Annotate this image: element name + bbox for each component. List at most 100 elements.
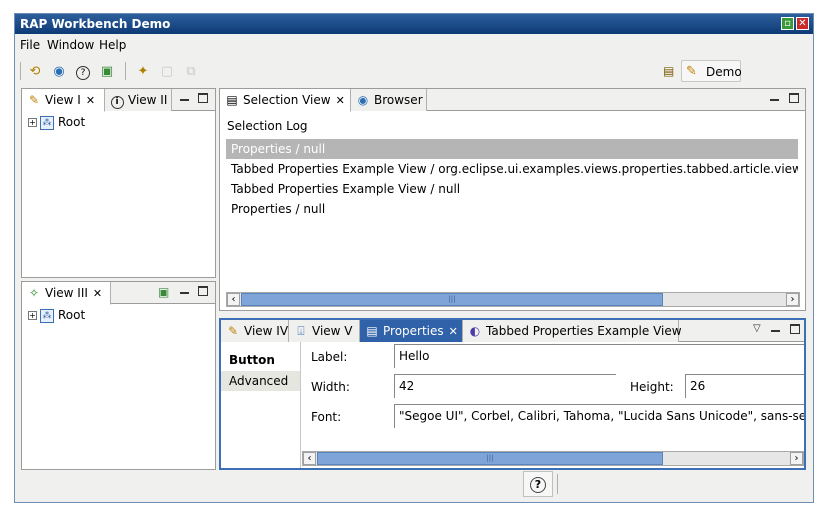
log-row[interactable]: Properties / null: [226, 199, 798, 219]
export-icon[interactable]: ▣: [99, 64, 115, 80]
close-icon[interactable]: ✕: [336, 90, 345, 112]
scroll-left-icon[interactable]: ‹: [303, 452, 316, 465]
save-all-icon[interactable]: ⧉: [183, 64, 199, 80]
node-icon: ⁂: [40, 308, 54, 323]
font-input[interactable]: "Segoe UI", Corbel, Calibri, Tahoma, "Lu…: [394, 404, 804, 428]
status-help-button[interactable]: ?: [523, 471, 553, 497]
selection-view-panel: ▤ Selection View ✕ ◉ Browser Selection Log …: [219, 88, 806, 311]
section-list: Button Advanced: [221, 342, 301, 468]
font-label: Font:: [311, 410, 342, 424]
expand-icon[interactable]: +: [28, 311, 37, 320]
horizontal-scrollbar[interactable]: ‹ ||| ›: [226, 292, 800, 307]
close-window-button[interactable]: ✕: [796, 17, 809, 30]
tree-item-root[interactable]: + ⁂ Root: [28, 115, 85, 130]
log-row[interactable]: Tabbed Properties Example View / null: [226, 179, 798, 199]
help-icon: ?: [530, 477, 546, 493]
tab-tabbed-properties[interactable]: ◐ Tabbed Properties Example View: [463, 320, 682, 342]
new-icon[interactable]: ✦: [135, 64, 151, 80]
section-advanced[interactable]: Advanced: [221, 371, 300, 391]
minimize-icon[interactable]: [180, 92, 189, 106]
node-icon: ⁂: [40, 115, 54, 130]
width-input[interactable]: 42: [394, 374, 616, 398]
tabstrip: ✎ View IV ⍗ View V ▤ Properties ✕ ◐ Tabbed Pr…: [221, 320, 804, 342]
section-button[interactable]: Button: [229, 353, 275, 367]
tabstrip: ▤ Selection View ✕ ◉ Browser: [220, 89, 805, 112]
tab-label: Selection View: [243, 93, 331, 107]
scroll-right-icon[interactable]: ›: [786, 293, 799, 306]
menu-window[interactable]: Window: [47, 38, 94, 52]
close-icon[interactable]: ✕: [449, 321, 458, 343]
minimize-icon[interactable]: [771, 323, 780, 337]
menu-help[interactable]: Help: [99, 38, 126, 52]
log-row[interactable]: Tabbed Properties Example View / org.ecl…: [226, 159, 798, 179]
scroll-thumb[interactable]: |||: [241, 293, 663, 306]
maximize-icon[interactable]: [789, 92, 799, 106]
pencil-icon: ✎: [686, 64, 697, 79]
view-i-ii-panel: ✎ View I ✕ i View II + ⁂ Root: [21, 88, 216, 278]
close-icon[interactable]: ✕: [93, 283, 102, 305]
inbox-icon: ⍗: [297, 324, 305, 338]
pencil-icon: ✎: [28, 93, 40, 107]
height-label: Height:: [630, 380, 674, 394]
main-toolbar: ⟲ ◉ ? ▣ ✦ ▢ ⧉ ▤ ✎ Demo: [15, 58, 813, 84]
tab-label: Browser: [374, 93, 423, 107]
tab-view-v[interactable]: ⍗ View V: [289, 320, 360, 342]
globe-icon: ◉: [357, 93, 369, 107]
globe-icon[interactable]: ◉: [51, 64, 67, 80]
view-iii-panel: ✧ View III ✕ ▣ + ⁂ Root: [21, 281, 216, 470]
perspective-switcher[interactable]: ✎ Demo: [681, 60, 742, 82]
status-separator: [557, 474, 558, 494]
view-icon: ✧: [28, 286, 40, 300]
tab-view-iv[interactable]: ✎ View IV: [221, 320, 289, 342]
window-title: RAP Workbench Demo: [20, 17, 171, 31]
close-icon[interactable]: ✕: [86, 90, 95, 112]
scroll-right-icon[interactable]: ›: [790, 452, 803, 465]
workbench-window: RAP Workbench Demo ▫ ✕ File Window Help …: [14, 13, 814, 503]
scroll-left-icon[interactable]: ‹: [227, 293, 240, 306]
properties-panel: ✎ View IV ⍗ View V ▤ Properties ✕ ◐ Tabbed Pr…: [219, 318, 806, 470]
tab-label: View V: [312, 324, 353, 338]
tab-browser[interactable]: ◉ Browser: [351, 89, 427, 111]
tab-label: View IV: [244, 324, 289, 338]
eclipse-icon: ◐: [469, 324, 481, 338]
scroll-thumb[interactable]: |||: [317, 452, 663, 465]
tree-item-root[interactable]: + ⁂ Root: [28, 308, 85, 323]
tab-label: View III: [45, 286, 88, 300]
label-label: Label:: [311, 350, 348, 364]
label-input[interactable]: Hello: [394, 344, 804, 368]
tree-item-label: Root: [58, 115, 86, 129]
tab-label: Properties: [383, 324, 444, 338]
horizontal-scrollbar[interactable]: ‹ ||| ›: [302, 451, 804, 466]
maximize-button[interactable]: ▫: [781, 17, 794, 30]
expand-icon[interactable]: +: [28, 118, 37, 127]
tab-view-ii[interactable]: i View II: [105, 89, 172, 111]
minimize-icon[interactable]: [180, 285, 189, 299]
tabstrip: ✎ View I ✕ i View II: [22, 89, 215, 112]
help-icon[interactable]: ?: [75, 64, 91, 80]
selection-log-heading: Selection Log: [227, 119, 308, 133]
refresh-icon[interactable]: ⟲: [27, 64, 43, 80]
pencil-icon: ✎: [227, 324, 239, 338]
tab-view-i[interactable]: ✎ View I ✕: [22, 89, 105, 112]
info-icon: i: [109, 89, 125, 111]
maximize-icon[interactable]: [198, 285, 208, 299]
open-perspective-icon[interactable]: ▤: [663, 64, 674, 78]
maximize-icon[interactable]: [790, 323, 800, 337]
view-menu-icon[interactable]: ▽: [753, 323, 761, 334]
tab-properties[interactable]: ▤ Properties ✕: [360, 320, 463, 342]
tab-label: View I: [45, 93, 81, 107]
save-icon[interactable]: ▢: [159, 64, 175, 80]
tab-selection-view[interactable]: ▤ Selection View ✕: [220, 89, 351, 112]
export-icon[interactable]: ▣: [158, 285, 169, 299]
tab-view-iii[interactable]: ✧ View III ✕: [22, 282, 111, 305]
menu-file[interactable]: File: [20, 38, 40, 52]
maximize-icon[interactable]: [198, 92, 208, 106]
minimize-icon[interactable]: [770, 92, 779, 106]
tab-label: View II: [128, 93, 168, 107]
title-bar: RAP Workbench Demo ▫ ✕: [15, 14, 813, 34]
log-row[interactable]: Properties / null: [226, 139, 798, 159]
height-input[interactable]: 26: [685, 374, 804, 398]
width-label: Width:: [311, 380, 350, 394]
menu-bar: File Window Help: [15, 35, 813, 55]
tabstrip: ✧ View III ✕ ▣: [22, 282, 215, 305]
